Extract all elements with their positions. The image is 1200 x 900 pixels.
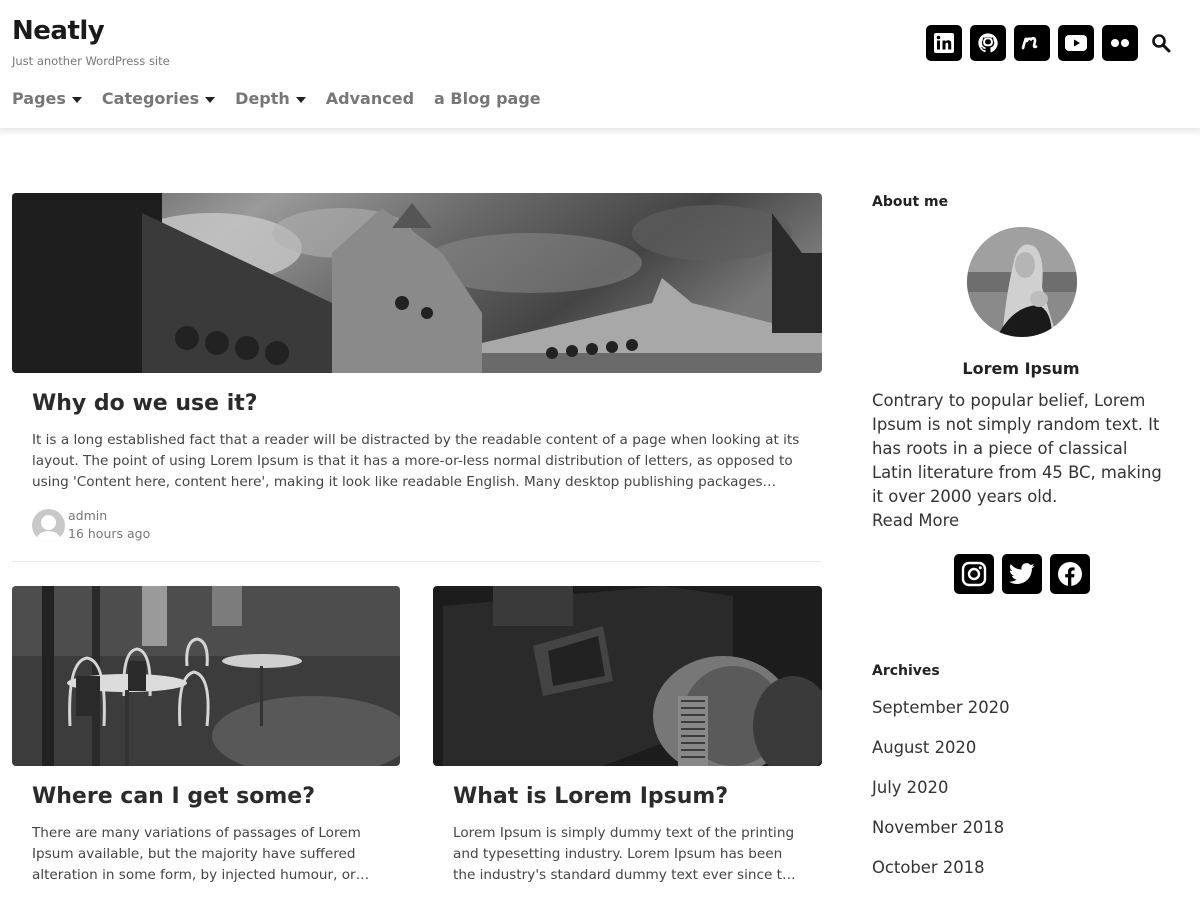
post-title[interactable]: Why do we use it? — [32, 391, 258, 416]
post-title[interactable]: What is Lorem Ipsum? — [453, 784, 728, 809]
facebook-icon — [1058, 562, 1082, 586]
nav-label: Pages — [12, 89, 66, 108]
read-more-link[interactable]: Read More — [872, 509, 1172, 533]
post-time: 16 hours ago — [68, 526, 151, 541]
post-excerpt: There are many variations of passages of… — [32, 825, 370, 883]
archive-link[interactable]: September 2020 — [872, 698, 1010, 738]
site-title[interactable]: Neatly — [12, 16, 105, 46]
profile-photo — [967, 227, 1077, 337]
site-header: Neatly Just another WordPress site Pages… — [0, 0, 1200, 128]
nav-item-depth[interactable]: Depth — [235, 89, 306, 108]
linkedin-icon — [934, 33, 954, 53]
post-thumbnail[interactable] — [12, 586, 400, 766]
nav-item-categories[interactable]: Categories — [101, 89, 216, 108]
twitter-link[interactable] — [1002, 554, 1042, 594]
nav-label: Depth — [235, 89, 290, 108]
widget-title: About me — [872, 194, 949, 210]
twitter-icon — [1009, 563, 1035, 584]
nav-label: Categories — [101, 89, 200, 108]
meetup-link[interactable] — [1014, 25, 1050, 61]
nav-item-pages[interactable]: Pages — [12, 89, 82, 108]
post-excerpt: It is a long established fact that a rea… — [32, 432, 800, 490]
instagram-icon — [961, 561, 987, 587]
caret-down-icon — [71, 96, 82, 103]
meetup-icon — [1021, 37, 1038, 50]
caret-down-icon — [205, 96, 216, 103]
vintage-camera-image — [433, 586, 822, 766]
nav-label: a Blog page — [434, 89, 541, 108]
post-title[interactable]: Where can I get some? — [32, 784, 315, 809]
archive-link[interactable]: August 2020 — [872, 738, 1010, 778]
author-name[interactable]: admin — [68, 507, 150, 525]
header-shadow — [0, 128, 1200, 138]
author-avatar[interactable] — [32, 508, 65, 542]
about-name: Lorem Ipsum — [962, 359, 1080, 378]
cemetery-building-image — [12, 193, 822, 373]
nav-item-advanced[interactable]: Advanced — [326, 89, 414, 108]
youtube-link[interactable] — [1058, 25, 1094, 61]
about-description: Contrary to popular belief, Lorem Ipsum … — [872, 391, 1162, 506]
post-divider — [12, 561, 822, 562]
archive-link[interactable]: July 2020 — [872, 778, 1010, 818]
about-avatar — [967, 227, 1077, 337]
post-meta: admin 16 hours ago — [32, 507, 150, 543]
github-icon — [978, 33, 998, 53]
flickr-icon — [1111, 39, 1129, 47]
flickr-link[interactable] — [1102, 25, 1138, 61]
widget-title: Archives — [872, 663, 940, 679]
archive-list: September 2020 August 2020 July 2020 Nov… — [872, 698, 1010, 898]
cafe-chairs-image — [12, 586, 400, 766]
main-nav: Pages Categories Depth Advanced a Blog p… — [12, 89, 561, 108]
facebook-link[interactable] — [1050, 554, 1090, 594]
instagram-link[interactable] — [954, 554, 994, 594]
nav-label: Advanced — [325, 89, 415, 108]
post-thumbnail[interactable] — [12, 193, 822, 373]
linkedin-link[interactable] — [926, 25, 962, 61]
search-icon — [1152, 34, 1171, 53]
search-button[interactable] — [1150, 32, 1172, 54]
header-social-links — [918, 25, 1172, 61]
site-tagline: Just another WordPress site — [12, 54, 170, 68]
about-text-block: Contrary to popular belief, Lorem Ipsum … — [872, 389, 1172, 533]
youtube-icon — [1065, 35, 1087, 51]
caret-down-icon — [295, 96, 306, 103]
nav-item-blog-page[interactable]: a Blog page — [434, 89, 541, 108]
github-link[interactable] — [970, 25, 1006, 61]
archive-link[interactable]: November 2018 — [872, 818, 1010, 858]
archive-link[interactable]: October 2018 — [872, 858, 1010, 898]
about-social-links — [954, 554, 1098, 594]
post-thumbnail[interactable] — [433, 586, 822, 766]
post-excerpt: Lorem Ipsum is simply dummy text of the … — [453, 825, 796, 883]
